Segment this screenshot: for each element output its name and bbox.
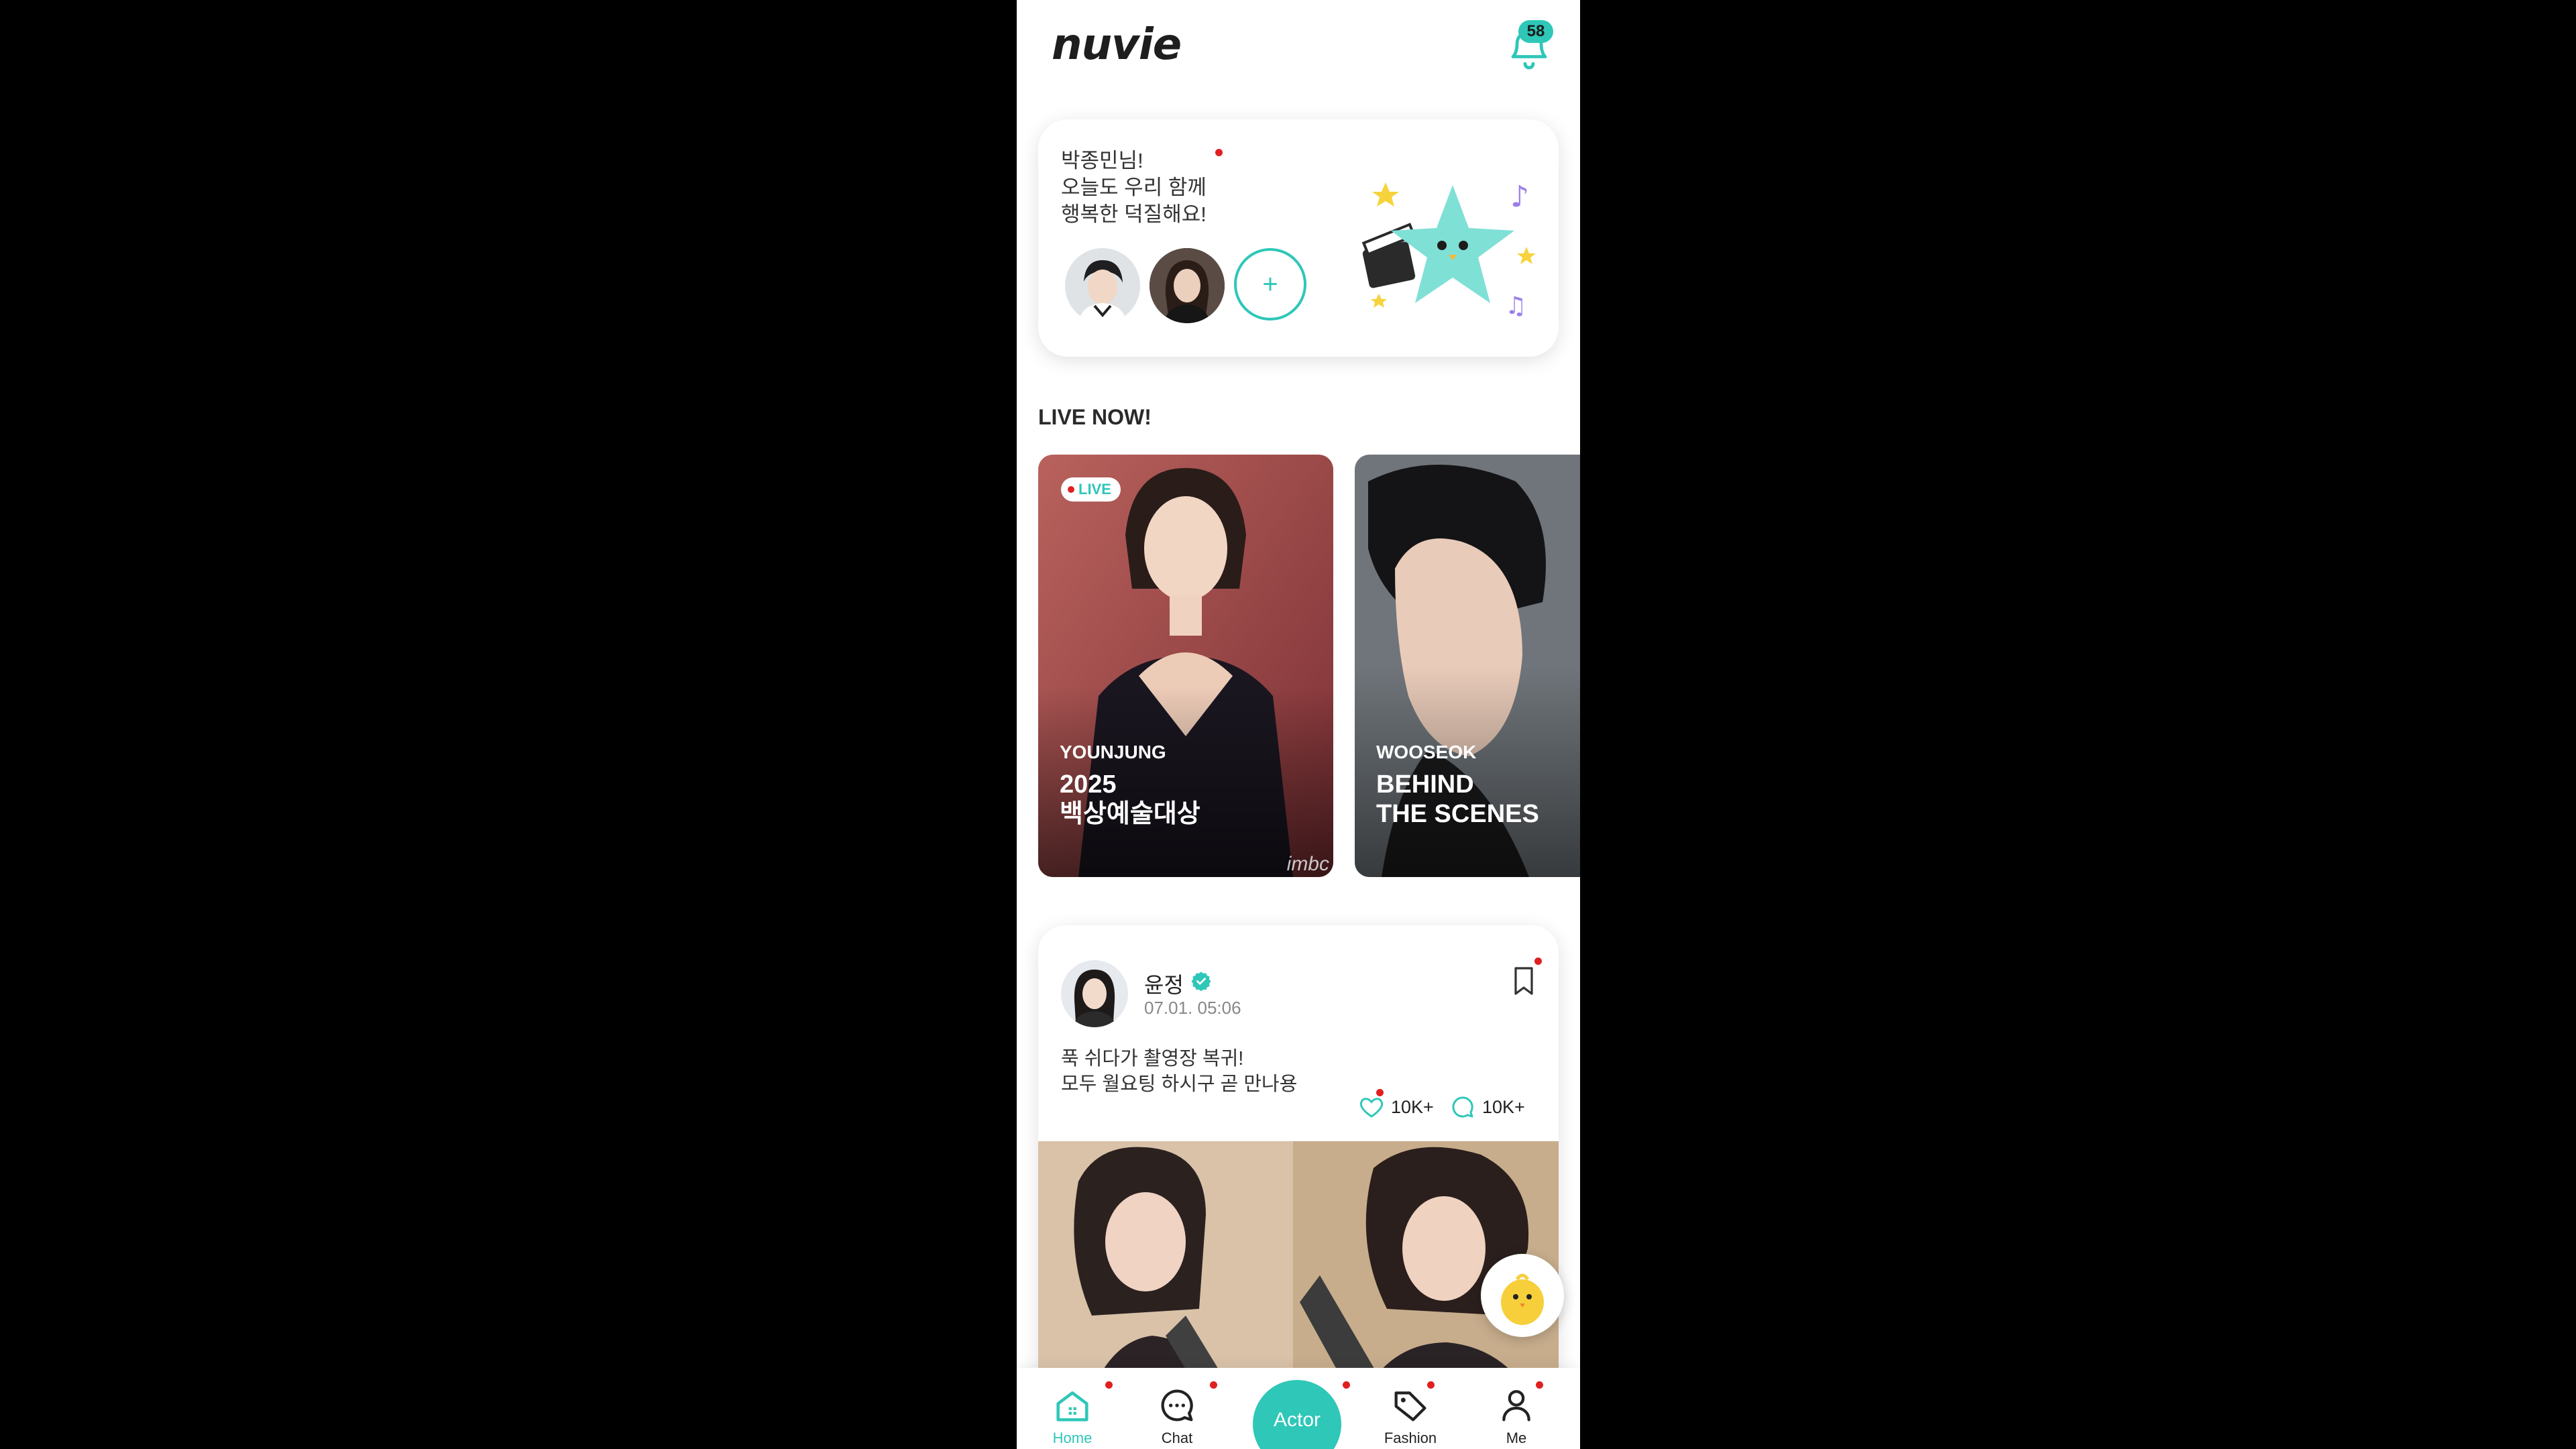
unread-dot xyxy=(1343,1381,1350,1389)
app-screen: nuvie 58 박종민님! 오늘도 우리 함께 행복한 덕질해요! + ♪ ♫… xyxy=(1017,0,1580,1449)
post-author-name[interactable]: 윤정 xyxy=(1144,968,1184,999)
live-card-title: BEHIND THE SCENES xyxy=(1376,770,1539,828)
like-count-value: 10K+ xyxy=(1391,1096,1434,1117)
favorite-actor-avatar[interactable] xyxy=(1150,248,1225,323)
add-actor-button[interactable]: + xyxy=(1234,248,1306,321)
unread-dot xyxy=(1210,1381,1217,1389)
nav-tab-fashion[interactable]: Fashion xyxy=(1374,1384,1447,1447)
unread-dot xyxy=(1427,1381,1435,1389)
unread-dot xyxy=(1105,1381,1113,1389)
favorite-actor-avatar[interactable] xyxy=(1065,248,1140,323)
comment-icon xyxy=(1452,1096,1473,1118)
live-card[interactable]: WOOSEOK BEHIND THE SCENES xyxy=(1355,455,1580,877)
nav-tab-chat[interactable]: Chat xyxy=(1140,1384,1214,1447)
post-author-avatar[interactable] xyxy=(1061,960,1128,1027)
bookmark-icon[interactable] xyxy=(1510,964,1537,998)
live-badge-label: LIVE xyxy=(1078,481,1111,498)
live-card-title: 2025 백상예술대상 xyxy=(1060,770,1200,828)
person-icon xyxy=(1502,1390,1530,1422)
live-section-title: LIVE NOW! xyxy=(1038,405,1152,429)
notification-count-badge: 58 xyxy=(1518,20,1553,43)
star-mascot-illustration: ♪ ♫ xyxy=(1359,166,1540,321)
heart-icon xyxy=(1359,1098,1384,1118)
home-icon xyxy=(1056,1391,1088,1422)
actor-button[interactable]: Actor xyxy=(1253,1380,1341,1449)
unread-dot xyxy=(1376,1089,1384,1096)
comment-count-value: 10K+ xyxy=(1482,1096,1525,1117)
live-indicator-dot xyxy=(1068,486,1074,493)
svg-text:♪: ♪ xyxy=(1510,180,1529,214)
chat-icon xyxy=(1161,1389,1193,1422)
like-count[interactable]: 10K+ xyxy=(1357,1093,1434,1121)
nav-label-fashion: Fashion xyxy=(1384,1430,1437,1446)
greeting-card: 박종민님! 오늘도 우리 함께 행복한 덕질해요! + ♪ ♫ xyxy=(1038,119,1559,357)
svg-text:♫: ♫ xyxy=(1505,292,1526,320)
broadcaster-watermark: imbc xyxy=(1286,853,1329,875)
live-badge: LIVE xyxy=(1061,477,1121,502)
nav-tab-me[interactable]: Me xyxy=(1479,1384,1553,1447)
live-card-name: WOOSEOK xyxy=(1376,742,1477,762)
bottom-navigation: Home Chat Actor Fashion Me xyxy=(1017,1368,1580,1449)
nav-label-chat: Chat xyxy=(1161,1430,1193,1446)
post-timestamp: 07.01. 05:06 xyxy=(1144,998,1241,1018)
app-logo[interactable]: nuvie xyxy=(1052,20,1182,70)
comment-count[interactable]: 10K+ xyxy=(1449,1093,1525,1121)
floating-mascot-button[interactable] xyxy=(1481,1254,1564,1337)
live-card[interactable]: LIVE YOUNJUNG 2025 백상예술대상 imbc xyxy=(1038,455,1333,877)
live-card-name: YOUNJUNG xyxy=(1060,742,1166,762)
nav-tab-home[interactable]: Home xyxy=(1035,1384,1109,1447)
unread-dot xyxy=(1536,1381,1543,1389)
verified-badge-icon xyxy=(1191,971,1211,992)
nav-label-me: Me xyxy=(1506,1430,1527,1446)
greeting-text: 박종민님! 오늘도 우리 함께 행복한 덕질해요! xyxy=(1061,149,1207,226)
unread-dot xyxy=(1534,958,1542,965)
feed-post-card[interactable]: 윤정 07.01. 05:06 푹 쉬다가 촬영장 복귀! 모두 월요팅 하시구… xyxy=(1038,925,1559,1435)
nav-label-home: Home xyxy=(1052,1430,1093,1446)
post-body-text: 푹 쉬다가 촬영장 복귀! 모두 월요팅 하시구 곧 만나용 xyxy=(1061,1048,1298,1095)
unread-dot xyxy=(1215,149,1223,156)
tag-icon xyxy=(1394,1391,1426,1422)
